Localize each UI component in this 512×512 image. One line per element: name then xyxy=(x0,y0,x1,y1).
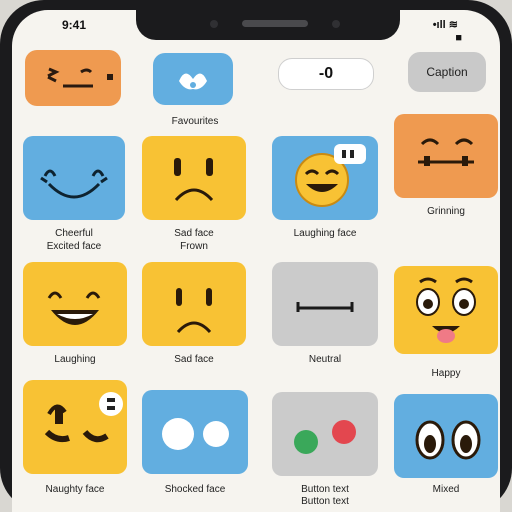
status-time: 9:41 xyxy=(62,18,87,32)
sad-face-icon xyxy=(176,288,212,334)
grid-label-9a: Naughty face xyxy=(45,484,105,495)
grid-label-11b: Button text xyxy=(301,496,349,507)
top-face-tile[interactable] xyxy=(25,50,121,106)
grinning-face-icon xyxy=(418,138,474,166)
grid-tile-2[interactable] xyxy=(142,136,246,220)
grid-tile-9[interactable] xyxy=(23,380,127,474)
grid-label-2b: Frown xyxy=(180,241,208,252)
tongue-out-face-icon xyxy=(416,277,476,343)
screen: 9:41 •ıll ≋ ■ Favourites -0 Caption Chee… xyxy=(12,10,500,512)
grid-label-10a: Shocked face xyxy=(164,484,226,495)
grid-label-1a: Cheerful xyxy=(55,228,93,239)
grid-label-5a: Laughing xyxy=(54,354,96,365)
shocked-face-icon xyxy=(162,418,229,450)
wide-eyes-icon xyxy=(415,420,481,460)
phone-frame: 9:41 •ıll ≋ ■ Favourites -0 Caption Chee… xyxy=(0,0,512,512)
grid-label-3a: Laughing face xyxy=(293,228,357,239)
grid-tile-11[interactable] xyxy=(272,392,378,476)
grid-tile-8[interactable] xyxy=(394,266,498,354)
status-battery: ■ xyxy=(455,32,462,44)
bird-icon xyxy=(179,73,207,90)
laughing-emoji-icon xyxy=(295,144,366,207)
grid-label-6a: Sad face xyxy=(174,354,214,365)
camera-left xyxy=(210,20,218,28)
grid-tile-1[interactable] xyxy=(23,136,125,220)
grid-label-7a: Neutral xyxy=(308,354,342,365)
grid-label-2a: Sad face xyxy=(174,228,214,239)
laughing-face-icon xyxy=(47,291,101,325)
speaker xyxy=(242,20,308,27)
grid-tile-6[interactable] xyxy=(142,262,246,346)
traffic-dots-icon xyxy=(294,420,356,454)
grid-tile-5[interactable] xyxy=(23,262,127,346)
notch xyxy=(136,10,400,40)
grid-tile-4[interactable] xyxy=(394,114,498,198)
grid-label-4a: Grinning xyxy=(427,206,465,217)
grid-label-12a: Mixed xyxy=(432,484,460,495)
grid-tile-10[interactable] xyxy=(142,390,248,474)
grid-label-11a: Button text xyxy=(301,484,349,495)
smiling-face-icon xyxy=(40,169,108,199)
grid-tile-12[interactable] xyxy=(394,394,498,478)
grid-label-1b: Excited face xyxy=(46,241,102,252)
camera-right xyxy=(332,20,340,28)
grid-tile-7[interactable] xyxy=(272,262,378,346)
neutral-face-icon xyxy=(296,302,354,312)
zero-pill-button[interactable]: -0 xyxy=(278,58,374,90)
frown-face-icon xyxy=(174,158,214,202)
naughty-face-icon xyxy=(44,392,123,443)
favourites-tile[interactable] xyxy=(153,53,233,105)
status-signal: •ıll ≋ xyxy=(432,19,458,31)
caption-button[interactable]: Caption xyxy=(408,52,486,92)
grid-label-8a: Happy xyxy=(431,368,461,379)
favourites-label: Favourites xyxy=(171,116,219,127)
grid-tile-3[interactable] xyxy=(272,136,378,220)
sleepy-face-icon xyxy=(47,67,113,88)
